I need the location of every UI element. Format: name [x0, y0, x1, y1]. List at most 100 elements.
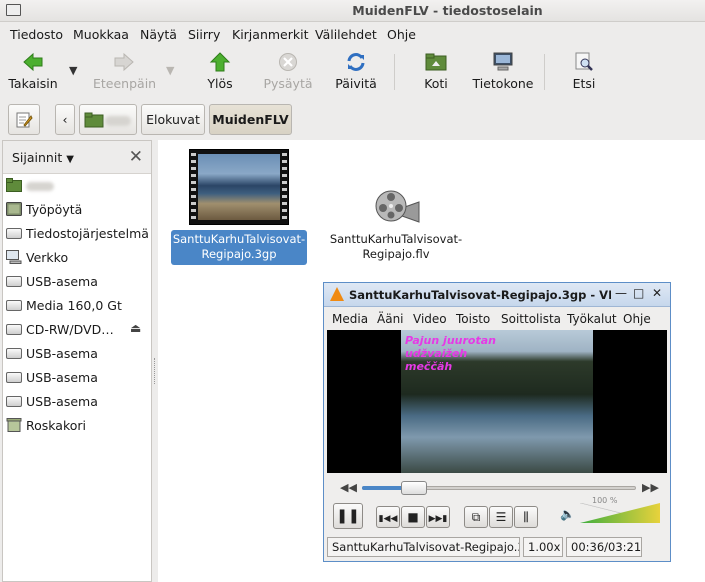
home-folder-icon [6, 178, 22, 192]
seek-handle[interactable] [401, 481, 428, 495]
drive-icon [6, 300, 22, 311]
video-thumbnail [189, 149, 289, 225]
seek-bar[interactable]: ◀◀ ▶▶ [338, 481, 659, 495]
sidebar-item-usb-2[interactable]: USB-asema [3, 342, 151, 366]
drive-icon [6, 276, 22, 287]
video-subtitle: Pajun juurotan udžvaižeh meččäh [405, 334, 496, 373]
back-history-dropdown-icon[interactable]: ▼ [69, 64, 77, 77]
sidebar-item-usb-1[interactable]: USB-asema [3, 270, 151, 294]
sidebar-item-trash[interactable]: Roskakori [3, 414, 151, 438]
stop-button[interactable]: Pysäytä [260, 46, 316, 96]
vlc-menu-playlist[interactable]: Soittolista [501, 312, 561, 326]
file-name-flv: SanttuKarhuTalvisovat-Regipajo.flv [329, 232, 463, 261]
maximize-icon[interactable]: □ [633, 286, 644, 300]
film-strip-holes [191, 153, 196, 221]
vlc-menu-tools[interactable]: Työkalut [567, 312, 617, 326]
sidebar-item-usb-4[interactable]: USB-asema [3, 390, 151, 414]
forward-history-dropdown-icon[interactable]: ▼ [166, 64, 174, 77]
vlc-menu-help[interactable]: Ohje [623, 312, 651, 326]
search-button[interactable]: Etsi [566, 46, 602, 96]
sidebar: Sijainnit ▼ ✕ Työpöytä Tiedostojärjestel… [2, 140, 152, 582]
vlc-titlebar: SanttuKarhuTalvisovat-Regipajo.3gp - VL … [324, 283, 670, 307]
drive-icon [6, 396, 22, 407]
thumbnail-image [198, 154, 280, 220]
sidebar-item-network[interactable]: Verkko [3, 246, 151, 270]
edit-location-button[interactable] [8, 104, 40, 135]
film-strip-holes [282, 153, 287, 221]
home-folder-icon [84, 112, 104, 128]
breadcrumb-home[interactable] [79, 104, 137, 135]
status-speed[interactable]: 1.00x [523, 537, 563, 557]
stop-playback-button[interactable]: ■ [401, 506, 425, 528]
video-output[interactable]: Pajun juurotan udžvaižeh meččäh [327, 330, 667, 473]
file-name-3gp: SanttuKarhuTalvisovat-Regipajo.3gp [171, 230, 307, 265]
chevron-down-icon: ▼ [66, 154, 74, 165]
sidebar-item-cdrw[interactable]: CD-RW/DVD… ⏏ [3, 318, 151, 342]
sidebar-item-filesystem[interactable]: Tiedostojärjestelmä [3, 222, 151, 246]
extended-settings-button[interactable]: ⫼ [514, 506, 538, 528]
vlc-menu-video[interactable]: Video [413, 312, 447, 326]
playlist-icon: ☰ [495, 510, 507, 524]
computer-button[interactable]: Tietokone [472, 46, 534, 96]
menu-view[interactable]: Näytä [140, 27, 177, 42]
vlc-menu-audio[interactable]: Ääni [377, 312, 404, 326]
menu-help[interactable]: Ohje [387, 27, 416, 42]
status-filename: SanttuKarhuTalvisovat-Regipajo.3gp [327, 537, 520, 557]
blurred-username [105, 116, 131, 126]
speaker-icon[interactable]: 🔈 [560, 507, 575, 521]
optical-drive-icon [6, 324, 22, 335]
eject-icon[interactable]: ⏏ [130, 321, 141, 335]
trash-icon [6, 418, 22, 432]
path-scroll-left-button[interactable]: ‹ [55, 104, 75, 135]
drive-icon [6, 348, 22, 359]
toolbar-separator [544, 54, 545, 90]
reload-button[interactable]: Päivitä [332, 46, 380, 96]
up-button[interactable]: Ylös [200, 46, 240, 96]
desktop-icon [6, 202, 22, 216]
toolbar-separator [394, 54, 395, 90]
vlc-menu-media[interactable]: Media [332, 312, 368, 326]
close-icon[interactable]: ✕ [652, 286, 662, 300]
sidebar-item-home[interactable] [3, 174, 151, 198]
menu-go[interactable]: Siirry [188, 27, 220, 42]
close-sidebar-icon[interactable]: ✕ [129, 147, 143, 167]
stop-square-icon: ■ [407, 510, 419, 524]
sidebar-item-usb-3[interactable]: USB-asema [3, 366, 151, 390]
toolbar: Takaisin ▼ Eteenpäin ▼ Ylös Pysäytä Päiv… [0, 46, 705, 102]
seek-forward-icon[interactable]: ▶▶ [642, 481, 659, 494]
seek-back-icon[interactable]: ◀◀ [340, 481, 357, 494]
menu-file[interactable]: Tiedosto [10, 27, 63, 42]
vlc-cone-icon [330, 287, 344, 301]
vlc-menu-playback[interactable]: Toisto [456, 312, 490, 326]
forward-arrow-icon [114, 52, 134, 72]
pause-button[interactable]: ❚❚ [333, 503, 363, 529]
fullscreen-button[interactable]: ⧉ [464, 506, 488, 528]
next-button[interactable]: ▶▶▮ [426, 506, 450, 528]
breadcrumb-muidenflv[interactable]: MuidenFLV [209, 104, 292, 135]
playlist-button[interactable]: ☰ [489, 506, 513, 528]
back-button[interactable]: Takaisin [6, 46, 60, 96]
breadcrumb-elokuvat[interactable]: Elokuvat [141, 104, 205, 135]
vlc-menubar: Media Ääni Video Toisto Soittolista Työk… [324, 308, 670, 330]
equalizer-icon: ⫼ [523, 510, 529, 524]
home-button[interactable]: Koti [416, 46, 456, 96]
sidebar-item-media[interactable]: Media 160,0 Gt [3, 294, 151, 318]
network-icon [6, 250, 22, 264]
next-icon: ▶▶▮ [428, 514, 448, 524]
sidebar-view-selector[interactable]: Sijainnit ▼ [12, 150, 74, 165]
previous-button[interactable]: ▮◀◀ [376, 506, 400, 528]
window-titlebar: MuidenFLV - tiedostoselain [0, 0, 705, 22]
forward-button[interactable]: Eteenpäin [93, 46, 156, 96]
sidebar-item-desktop[interactable]: Työpöytä [3, 198, 151, 222]
menu-tabs[interactable]: Välilehdet [315, 27, 377, 42]
menu-bookmarks[interactable]: Kirjanmerkit [232, 27, 308, 42]
menu-edit[interactable]: Muokkaa [73, 27, 129, 42]
volume-control[interactable]: 🔈 100 % [560, 496, 660, 525]
film-reel-icon [375, 190, 420, 223]
computer-icon [493, 52, 513, 71]
pause-icon: ❚❚ [336, 508, 360, 524]
drive-icon [6, 372, 22, 383]
status-time[interactable]: 00:36/03:21 [566, 537, 642, 557]
minimize-icon[interactable]: — [615, 286, 627, 300]
stop-icon [279, 53, 297, 71]
